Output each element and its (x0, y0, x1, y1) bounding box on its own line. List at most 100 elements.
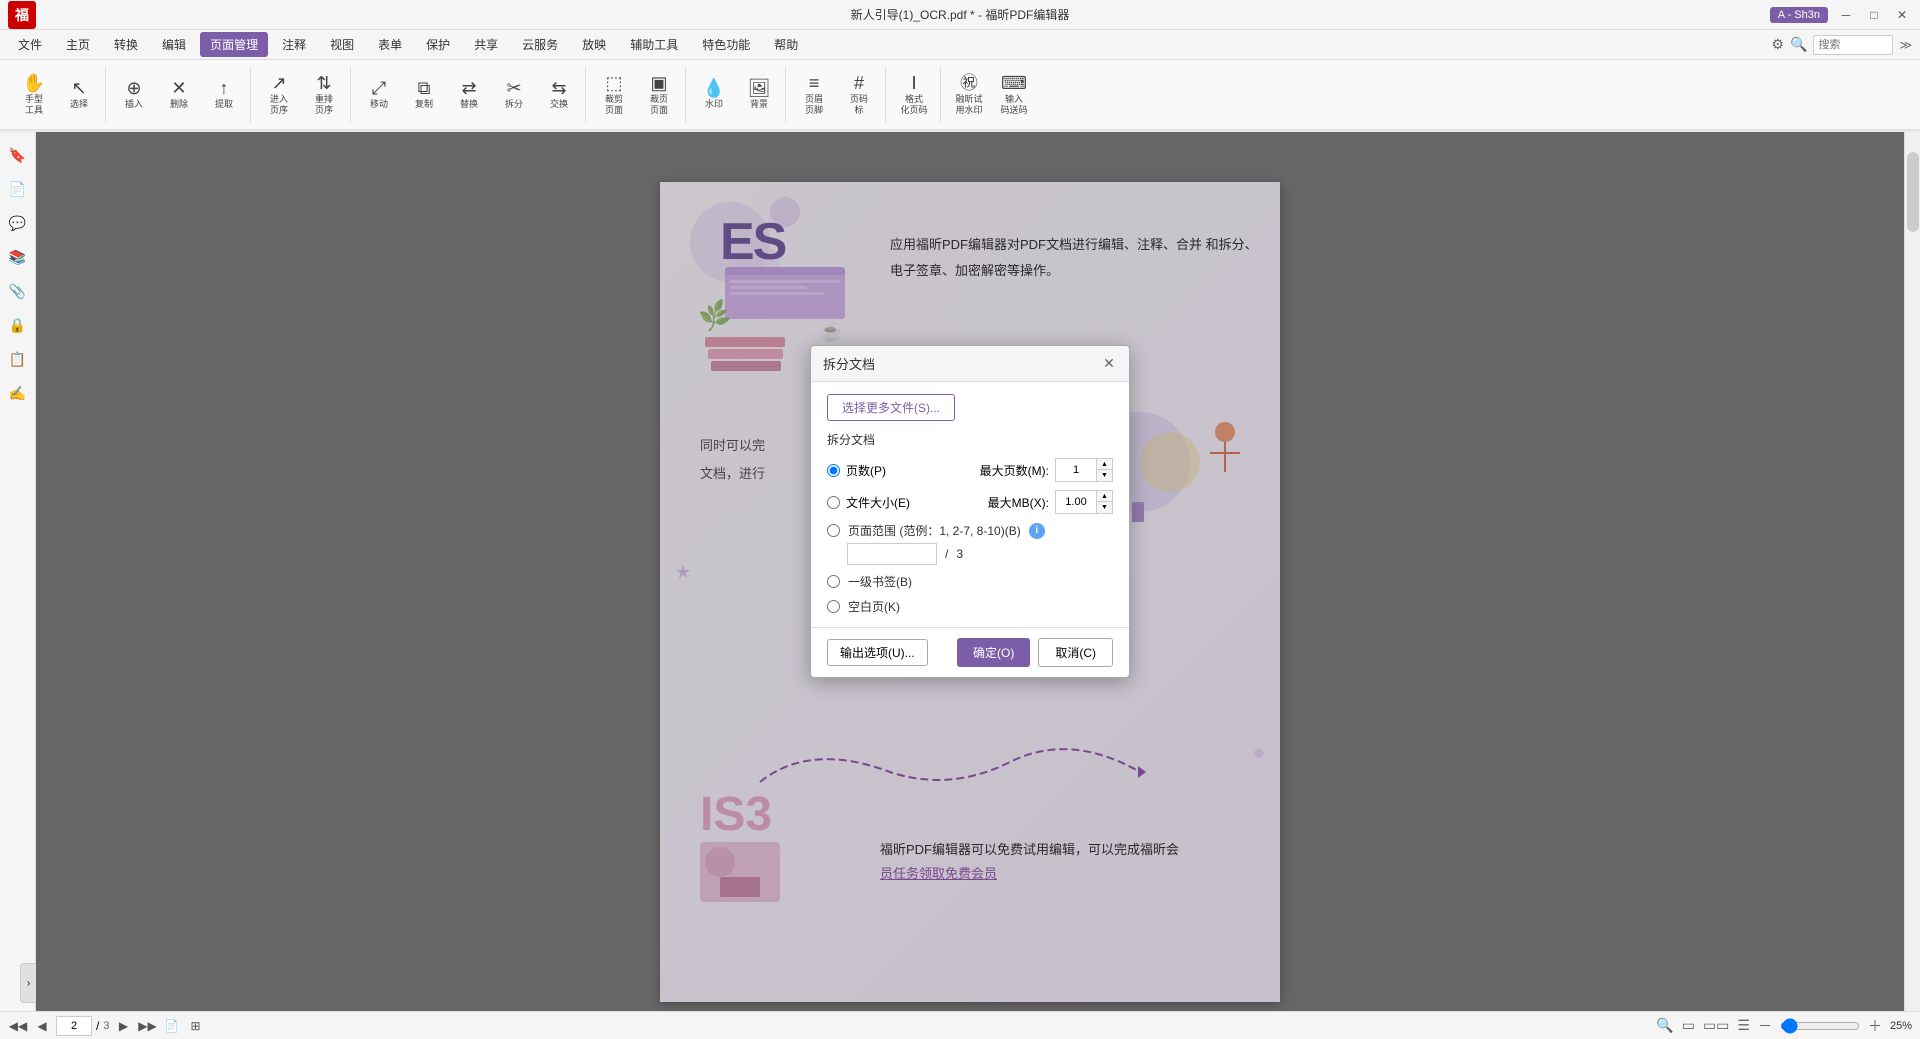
by-range-radio[interactable] (827, 524, 840, 537)
menu-protect[interactable]: 保护 (416, 32, 460, 57)
view-double-icon[interactable]: ▭▭ (1703, 1017, 1729, 1034)
format-button[interactable]: Ⅰ 格式化页码 (892, 69, 936, 121)
info-icon[interactable]: i (1029, 523, 1045, 539)
menu-file[interactable]: 文件 (8, 32, 52, 57)
user-badge: A - Sh3n (1770, 7, 1828, 23)
settings-icon[interactable]: ⚙ (1771, 36, 1784, 53)
crop-page-button[interactable]: ⬚ 裁剪页面 (592, 69, 636, 121)
prev-page-button[interactable]: ◀ (32, 1016, 52, 1036)
view-single-icon[interactable]: ▭ (1682, 1017, 1695, 1034)
menu-convert[interactable]: 转换 (104, 32, 148, 57)
crop-face-button[interactable]: ▣ 裁页页面 (637, 69, 681, 121)
tool-group-header: ≡ 页眉页脚 # 页码标 (788, 67, 886, 123)
max-pages-spinner[interactable]: 1 ▲ ▼ (1055, 458, 1113, 482)
zoom-fit-icon[interactable]: 🔍 (1656, 1017, 1673, 1034)
view-mode-button[interactable]: 📄 (161, 1016, 181, 1036)
replace-button[interactable]: ⇄ 替换 (447, 69, 491, 121)
range-total: 3 (956, 547, 963, 561)
sidebar-item-fields[interactable]: 📋 (3, 344, 33, 374)
menu-page-manage[interactable]: 页面管理 (200, 32, 268, 57)
max-mb-input[interactable]: 1.00 (1056, 491, 1096, 513)
sidebar-item-sign[interactable]: ✍ (3, 378, 33, 408)
max-mb-spinner[interactable]: 1.00 ▲ ▼ (1055, 490, 1113, 514)
tool-group-pages: ⊕ 插入 ✕ 删除 ↑ 提取 (108, 67, 251, 123)
cancel-button[interactable]: 取消(C) (1038, 638, 1113, 667)
max-mb-label: 最大MB(X): (988, 494, 1049, 511)
sidebar-item-layers[interactable]: 📚 (3, 242, 33, 272)
title-bar: 福 新人引导(1)_OCR.pdf * - 福昕PDF编辑器 A - Sh3n … (0, 0, 1920, 30)
sidebar-item-comments[interactable]: 💬 (3, 208, 33, 238)
by-blank-radio[interactable] (827, 600, 840, 613)
menu-assist[interactable]: 辅助工具 (620, 32, 688, 57)
menu-edit[interactable]: 编辑 (152, 32, 196, 57)
split-document-dialog: 拆分文档 ✕ 选择更多文件(S)... 拆分文档 页数(P) (810, 345, 1130, 678)
sidebar-expand-button[interactable]: › (20, 963, 36, 1003)
ok-button[interactable]: 确定(O) (957, 638, 1030, 667)
select-files-button[interactable]: 选择更多文件(S)... (827, 394, 955, 421)
right-scrollbar[interactable] (1904, 132, 1920, 1011)
watermark-button[interactable]: 💧 水印 (692, 69, 736, 121)
minimize-button[interactable]: ─ (1836, 5, 1856, 25)
split-button[interactable]: ✂ 拆分 (492, 69, 536, 121)
zoom-in-icon[interactable]: ＋ (1868, 1016, 1882, 1036)
maximize-button[interactable]: □ (1864, 5, 1884, 25)
zoom-slider[interactable] (1780, 1018, 1860, 1034)
menu-form[interactable]: 表单 (368, 32, 412, 57)
first-page-button[interactable]: ◀◀ (8, 1016, 28, 1036)
navigate-button[interactable]: ↗ 进入页序 (257, 69, 301, 121)
move-button[interactable]: ⤢ 移动 (357, 69, 401, 121)
max-mb-down-arrow[interactable]: ▼ (1096, 502, 1112, 513)
menu-search-input[interactable] (1813, 35, 1893, 55)
range-text-input[interactable] (847, 543, 937, 565)
by-size-radio[interactable] (827, 496, 840, 509)
scroll-thumb[interactable] (1907, 152, 1919, 232)
next-page-button[interactable]: ▶ (113, 1016, 133, 1036)
delete-button[interactable]: ✕ 删除 (157, 69, 201, 121)
input-button[interactable]: ⌨ 输入码送码 (992, 69, 1036, 121)
reorder-button[interactable]: ⇅ 重排页序 (302, 69, 346, 121)
max-pages-up-arrow[interactable]: ▲ (1096, 459, 1112, 470)
by-pages-radio[interactable] (827, 464, 840, 477)
sidebar-item-bookmark[interactable]: 🔖 (3, 140, 33, 170)
sidebar-item-pages[interactable]: 📄 (3, 174, 33, 204)
max-mb-up-arrow[interactable]: ▲ (1096, 491, 1112, 502)
last-page-button[interactable]: ▶▶ (137, 1016, 157, 1036)
header-footer-button[interactable]: ≡ 页眉页脚 (792, 69, 836, 121)
max-pages-down-arrow[interactable]: ▼ (1096, 470, 1112, 481)
menu-expand-icon[interactable]: ≫ (1899, 38, 1912, 52)
menu-help[interactable]: 帮助 (764, 32, 808, 57)
by-blank-option: 空白页(K) (827, 598, 1113, 615)
background-button[interactable]: 🖼 背景 (737, 69, 781, 121)
insert-button[interactable]: ⊕ 插入 (112, 69, 156, 121)
menu-view[interactable]: 视图 (320, 32, 364, 57)
select-tool-button[interactable]: ↖ 选择 (57, 69, 101, 121)
dialog-close-button[interactable]: ✕ (1101, 356, 1117, 372)
menu-share[interactable]: 共享 (464, 32, 508, 57)
thumbnail-button[interactable]: ⊞ (185, 1016, 205, 1036)
menu-present[interactable]: 放映 (572, 32, 616, 57)
menu-home[interactable]: 主页 (56, 32, 100, 57)
by-bookmark-radio[interactable] (827, 575, 840, 588)
ocr-button[interactable]: ㊗ 融昕试用水印 (947, 69, 991, 121)
menu-feature[interactable]: 特色功能 (692, 32, 760, 57)
exchange-button[interactable]: ⇆ 交换 (537, 69, 581, 121)
max-pages-input[interactable]: 1 (1056, 459, 1096, 481)
select-icon: ↖ (71, 79, 86, 97)
extract-button[interactable]: ↑ 提取 (202, 69, 246, 121)
page-number-input[interactable] (56, 1016, 92, 1036)
output-options-button[interactable]: 输出选项(U)... (827, 639, 928, 666)
sidebar-item-security[interactable]: 🔒 (3, 310, 33, 340)
sidebar-item-attachments[interactable]: 📎 (3, 276, 33, 306)
copy-button[interactable]: ⧉ 复制 (402, 69, 446, 121)
page-total-label: 3 (103, 1020, 109, 1032)
menu-comment[interactable]: 注释 (272, 32, 316, 57)
view-continuous-icon[interactable]: ☰ (1737, 1017, 1750, 1034)
hand-tool-button[interactable]: ✋ 手型工具 (12, 69, 56, 121)
page-num-button[interactable]: # 页码标 (837, 69, 881, 121)
search-icon[interactable]: 🔍 (1790, 36, 1807, 53)
by-range-label: 页面范围 (范例：1, 2-7, 8-10)(B) (848, 522, 1021, 539)
close-button[interactable]: ✕ (1892, 5, 1912, 25)
zoom-out-icon[interactable]: － (1758, 1016, 1772, 1036)
menu-cloud[interactable]: 云服务 (512, 32, 568, 57)
copy-icon: ⧉ (418, 79, 431, 97)
